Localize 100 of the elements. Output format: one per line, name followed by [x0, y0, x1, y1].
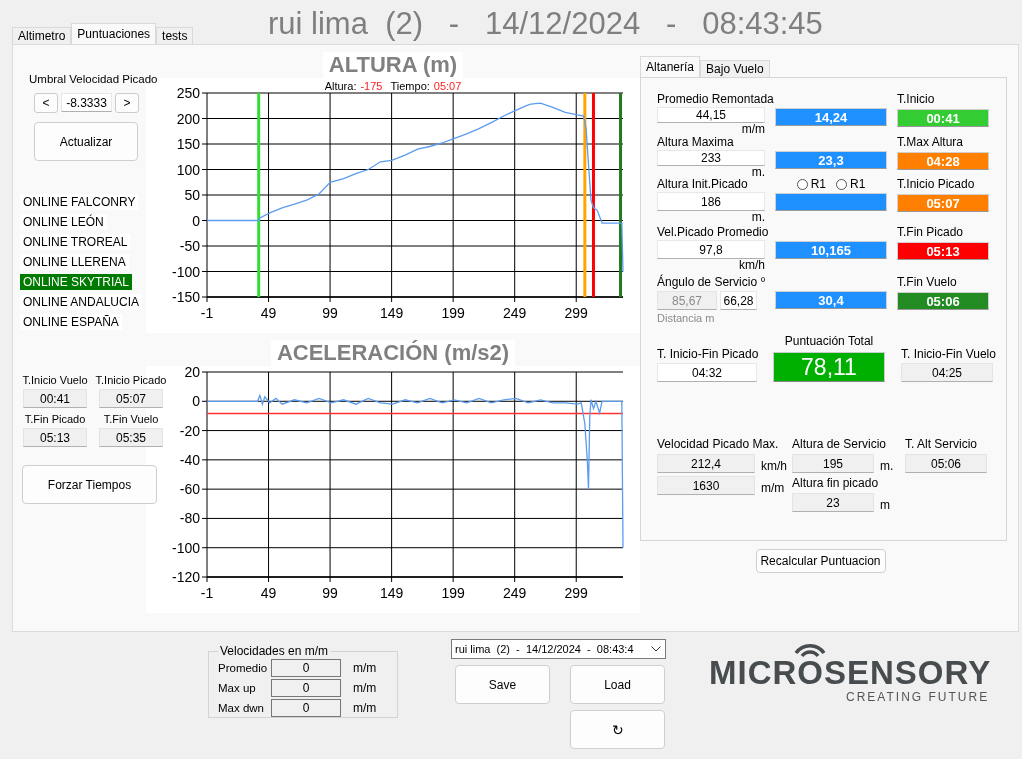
- value-field[interactable]: 05:06: [905, 454, 987, 473]
- field-label: Altura de Servicio: [792, 437, 887, 452]
- axis-label: 299: [564, 305, 588, 321]
- time-field[interactable]: 05:35: [99, 428, 163, 447]
- value-field[interactable]: 04:32: [657, 363, 757, 382]
- chart-title: ALTURA (m): [322, 52, 464, 78]
- value-field[interactable]: 04:25: [901, 363, 993, 382]
- speed-field[interactable]: 0: [271, 698, 341, 717]
- recalculate-button[interactable]: Recalcular Puntuacion: [755, 549, 886, 573]
- axis-label: 50: [184, 187, 200, 203]
- axis-label: 99: [322, 585, 338, 601]
- axis-label: 299: [564, 585, 588, 601]
- event-item[interactable]: ONLINE ESPAÑA: [20, 314, 122, 330]
- value-field[interactable]: 233: [657, 150, 765, 166]
- radio-button[interactable]: R1: [836, 177, 866, 191]
- field-label: Max dwn: [218, 701, 266, 714]
- field-label: Promedio Remontada: [657, 92, 774, 107]
- axis-label: -100: [171, 539, 200, 556]
- event-item[interactable]: ONLINE LLERENA: [20, 254, 129, 270]
- unit-label: m: [880, 498, 890, 512]
- event-item[interactable]: ONLINE ANDALUCIA: [20, 294, 143, 310]
- axis-label: 249: [503, 305, 527, 321]
- logo-tagline: CREATING FUTURE: [846, 690, 990, 704]
- speed-field[interactable]: 0: [271, 678, 341, 697]
- tab[interactable]: Altanería: [640, 56, 701, 77]
- axis-label: 0: [192, 393, 200, 410]
- value-field[interactable]: 212,4: [657, 454, 755, 473]
- axis-label: 100: [176, 161, 200, 178]
- update-button[interactable]: Actualizar: [34, 122, 138, 161]
- tab[interactable]: Altimetro: [12, 27, 72, 44]
- unit-label: m/m: [353, 680, 377, 695]
- event-item[interactable]: ONLINE SKYTRIAL: [20, 274, 133, 290]
- increment-button[interactable]: >: [115, 93, 139, 113]
- axis-label: -120: [171, 569, 200, 585]
- value-field[interactable]: 97,8: [657, 240, 765, 259]
- time-field[interactable]: 00:41: [23, 389, 87, 408]
- field-label: T.Fin Picado: [897, 225, 964, 240]
- cursor-value: 05:07: [433, 80, 462, 92]
- field-label: Max up: [218, 681, 257, 694]
- event-item[interactable]: ONLINE LEÓN: [20, 214, 107, 230]
- field-label: Ángulo de Servicio: [657, 275, 758, 290]
- value-field[interactable]: 186: [657, 192, 765, 211]
- load-button[interactable]: Load: [570, 665, 665, 704]
- axis-label: -150: [171, 289, 200, 305]
- field-label: Promedio: [218, 661, 268, 674]
- axis-label: -50: [179, 238, 200, 254]
- axis-label: 199: [441, 585, 465, 601]
- time-box: 05:06: [897, 292, 989, 310]
- value-field[interactable]: 44,15: [657, 107, 765, 123]
- refresh-button[interactable]: ↻: [570, 710, 665, 749]
- axis-label: -1: [200, 305, 214, 321]
- score-box: 30,4: [775, 291, 887, 309]
- axis-label: -100: [171, 263, 200, 280]
- threshold-field[interactable]: -8.3333: [61, 93, 112, 112]
- field-label: T.Max Altura: [897, 135, 964, 150]
- unit-label: m/m: [353, 660, 377, 675]
- field-label: T.Fin Vuelo: [897, 275, 957, 290]
- radio-button[interactable]: R1: [796, 177, 826, 191]
- cursor-value: -175: [360, 80, 383, 92]
- axis-label: 199: [441, 305, 465, 321]
- field-label: T.Inicio Vuelo: [22, 373, 88, 387]
- time-box: 04:28: [897, 152, 989, 170]
- decrement-button[interactable]: <: [34, 93, 58, 113]
- axis-label: -40: [179, 451, 200, 468]
- field-label: Velocidad Picado Max.: [657, 437, 779, 452]
- field-label: T. Inicio-Fin Picado: [657, 347, 757, 361]
- axis-label: 200: [176, 110, 200, 127]
- axis-label: 49: [260, 585, 277, 601]
- axis-label: 250: [176, 85, 200, 101]
- speed-field[interactable]: 0: [271, 658, 341, 677]
- axis-label: 49: [260, 305, 277, 321]
- force-times-button[interactable]: Forzar Tiempos: [22, 465, 157, 504]
- unit-label: m/m: [741, 123, 765, 135]
- field-label: T.Inicio: [897, 92, 935, 107]
- event-item[interactable]: ONLINE TROREAL: [20, 234, 131, 250]
- tab[interactable]: tests: [156, 27, 194, 44]
- tab[interactable]: Bajo Vuelo: [700, 60, 770, 77]
- logo-text: MICROSENSORY: [709, 656, 992, 690]
- axis-label: 149: [379, 585, 404, 601]
- value-field[interactable]: 66,28: [720, 291, 757, 310]
- time-field[interactable]: 05:13: [23, 428, 87, 447]
- unit-label: km/h: [761, 459, 787, 473]
- tab[interactable]: Puntuaciones: [71, 23, 157, 44]
- unit-label: m/m: [353, 700, 377, 715]
- field-label: T.Inicio Picado: [95, 373, 167, 387]
- chart-title: ACELERACIÓN (m/s2): [270, 340, 516, 366]
- session-dropdown[interactable]: rui lima (2) - 14/12/2024 - 08:43:4: [451, 639, 666, 659]
- axis-label: 249: [503, 585, 527, 601]
- field-label: Umbral Velocidad Picado: [29, 72, 158, 87]
- time-field[interactable]: 05:07: [99, 389, 163, 408]
- value-field[interactable]: 195: [792, 454, 874, 473]
- save-button[interactable]: Save: [455, 665, 550, 704]
- axis-label: 99: [322, 305, 338, 321]
- value-field[interactable]: 23: [792, 493, 874, 512]
- value-field[interactable]: 1630: [657, 476, 755, 495]
- unit-label: m/m: [761, 481, 785, 495]
- note-text: Distancia m: [657, 312, 716, 324]
- window-title: rui lima (2) - 14/12/2024 - 08:43:45: [268, 6, 823, 42]
- event-item[interactable]: ONLINE FALCONRY: [20, 194, 139, 210]
- time-box: 00:41: [897, 109, 989, 127]
